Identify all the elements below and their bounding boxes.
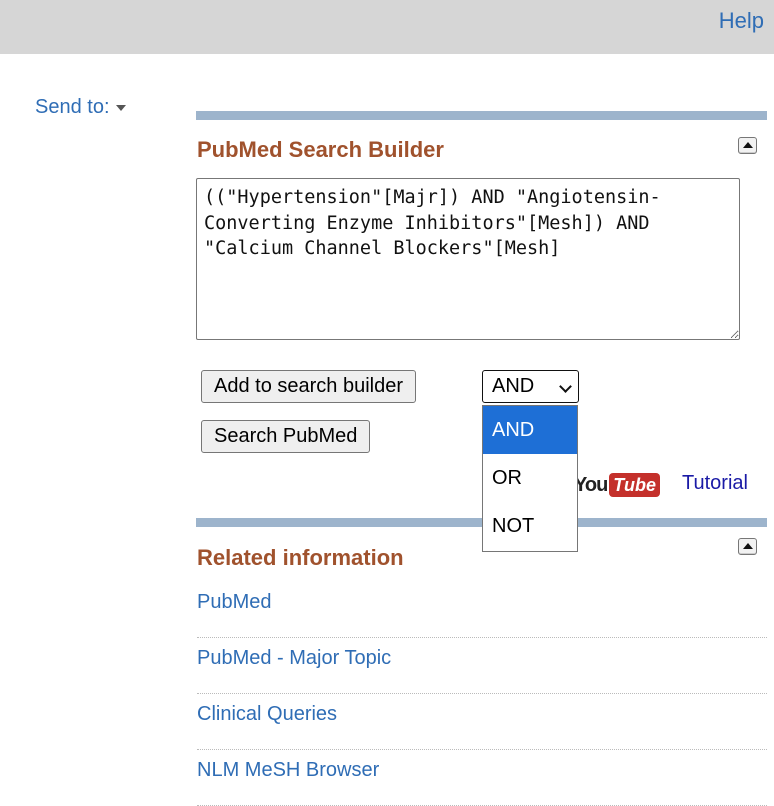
caret-down-icon — [115, 104, 126, 111]
youtube-tube-text: Tube — [609, 473, 660, 497]
help-link[interactable]: Help — [719, 8, 764, 34]
related-link-pubmed-major-topic[interactable]: PubMed - Major Topic — [197, 638, 767, 694]
collapse-related-info-button[interactable] — [738, 538, 757, 555]
related-info-list: PubMed PubMed - Major Topic Clinical Que… — [197, 582, 767, 806]
search-builder-title: PubMed Search Builder — [197, 137, 444, 162]
search-builder-query-input[interactable]: (("Hypertension"[Majr]) AND "Angiotensin… — [196, 178, 740, 340]
youtube-logo-icon[interactable]: You Tube — [574, 472, 660, 498]
search-builder-divider — [196, 111, 767, 120]
operator-option-not[interactable]: NOT — [483, 502, 577, 550]
related-link-clinical-queries[interactable]: Clinical Queries — [197, 694, 767, 750]
operator-option-and[interactable]: AND — [483, 406, 577, 454]
send-to-label: Send to: — [35, 96, 110, 118]
top-bar: Help — [0, 0, 774, 54]
related-link-pubmed[interactable]: PubMed — [197, 582, 767, 638]
operator-dropdown-list: AND OR NOT — [482, 405, 578, 552]
search-pubmed-button[interactable]: Search PubMed — [201, 420, 371, 453]
chevron-down-icon — [559, 380, 572, 393]
youtube-you-text: You — [574, 474, 608, 496]
operator-select[interactable]: AND — [482, 370, 579, 403]
related-info-title: Related information — [197, 545, 404, 570]
operator-selected-value: AND — [492, 375, 535, 397]
add-to-search-builder-button[interactable]: Add to search builder — [201, 370, 417, 403]
operator-option-or[interactable]: OR — [483, 454, 577, 502]
tutorial-link[interactable]: Tutorial — [682, 472, 748, 495]
collapse-search-builder-button[interactable] — [738, 137, 757, 154]
related-link-nlm-mesh-browser[interactable]: NLM MeSH Browser — [197, 750, 767, 806]
send-to-menu[interactable]: Send to: — [35, 96, 126, 119]
